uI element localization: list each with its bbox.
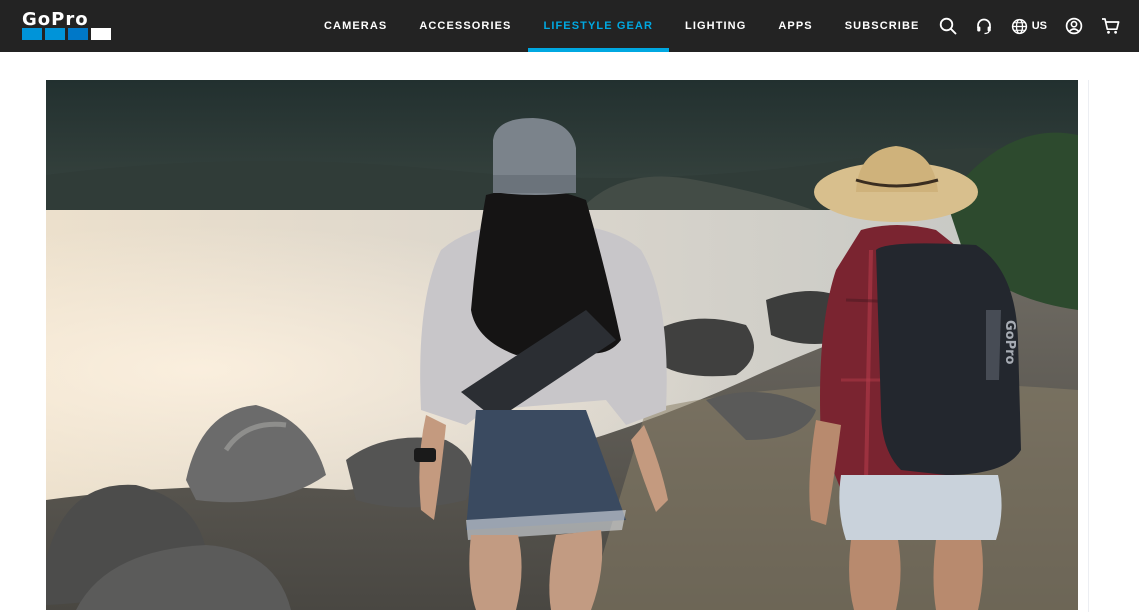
region-label: US [1031, 20, 1047, 32]
nav-item-accessories[interactable]: ACCESSORIES [403, 0, 527, 52]
logo-wordmark: GoPro [22, 9, 89, 30]
hero-image[interactable]: GoPro [46, 80, 1078, 610]
logo-squares [22, 28, 111, 40]
nav-item-lighting[interactable]: LIGHTING [669, 0, 762, 52]
globe-icon [1011, 18, 1028, 35]
nav-item-subscribe[interactable]: SUBSCRIBE [829, 0, 936, 52]
nav-item-apps[interactable]: APPS [762, 0, 828, 52]
hero-banner: GoPro [46, 80, 1089, 612]
nav-item-lifestyle-gear[interactable]: LIFESTYLE GEAR [527, 0, 670, 52]
region-selector[interactable]: US [1011, 18, 1047, 35]
cart-icon[interactable] [1101, 17, 1120, 35]
search-icon[interactable] [939, 17, 957, 35]
logo-square [91, 28, 111, 40]
gopro-logo[interactable]: GoPro [22, 9, 112, 42]
headset-icon[interactable] [975, 17, 993, 35]
nav-item-cameras[interactable]: CAMERAS [308, 0, 403, 52]
main-nav: CAMERAS ACCESSORIES LIFESTYLE GEAR LIGHT… [308, 0, 935, 52]
top-navigation-bar: GoPro CAMERAS ACCESSORIES LIFESTYLE GEAR… [0, 0, 1139, 52]
logo-square [45, 28, 65, 40]
logo-square [68, 28, 88, 40]
logo-square [22, 28, 42, 40]
utility-nav: US [930, 0, 1129, 52]
user-circle-icon[interactable] [1065, 17, 1083, 35]
backpack-brand-label: GoPro [1002, 320, 1017, 365]
hero-photo: GoPro [46, 80, 1078, 610]
